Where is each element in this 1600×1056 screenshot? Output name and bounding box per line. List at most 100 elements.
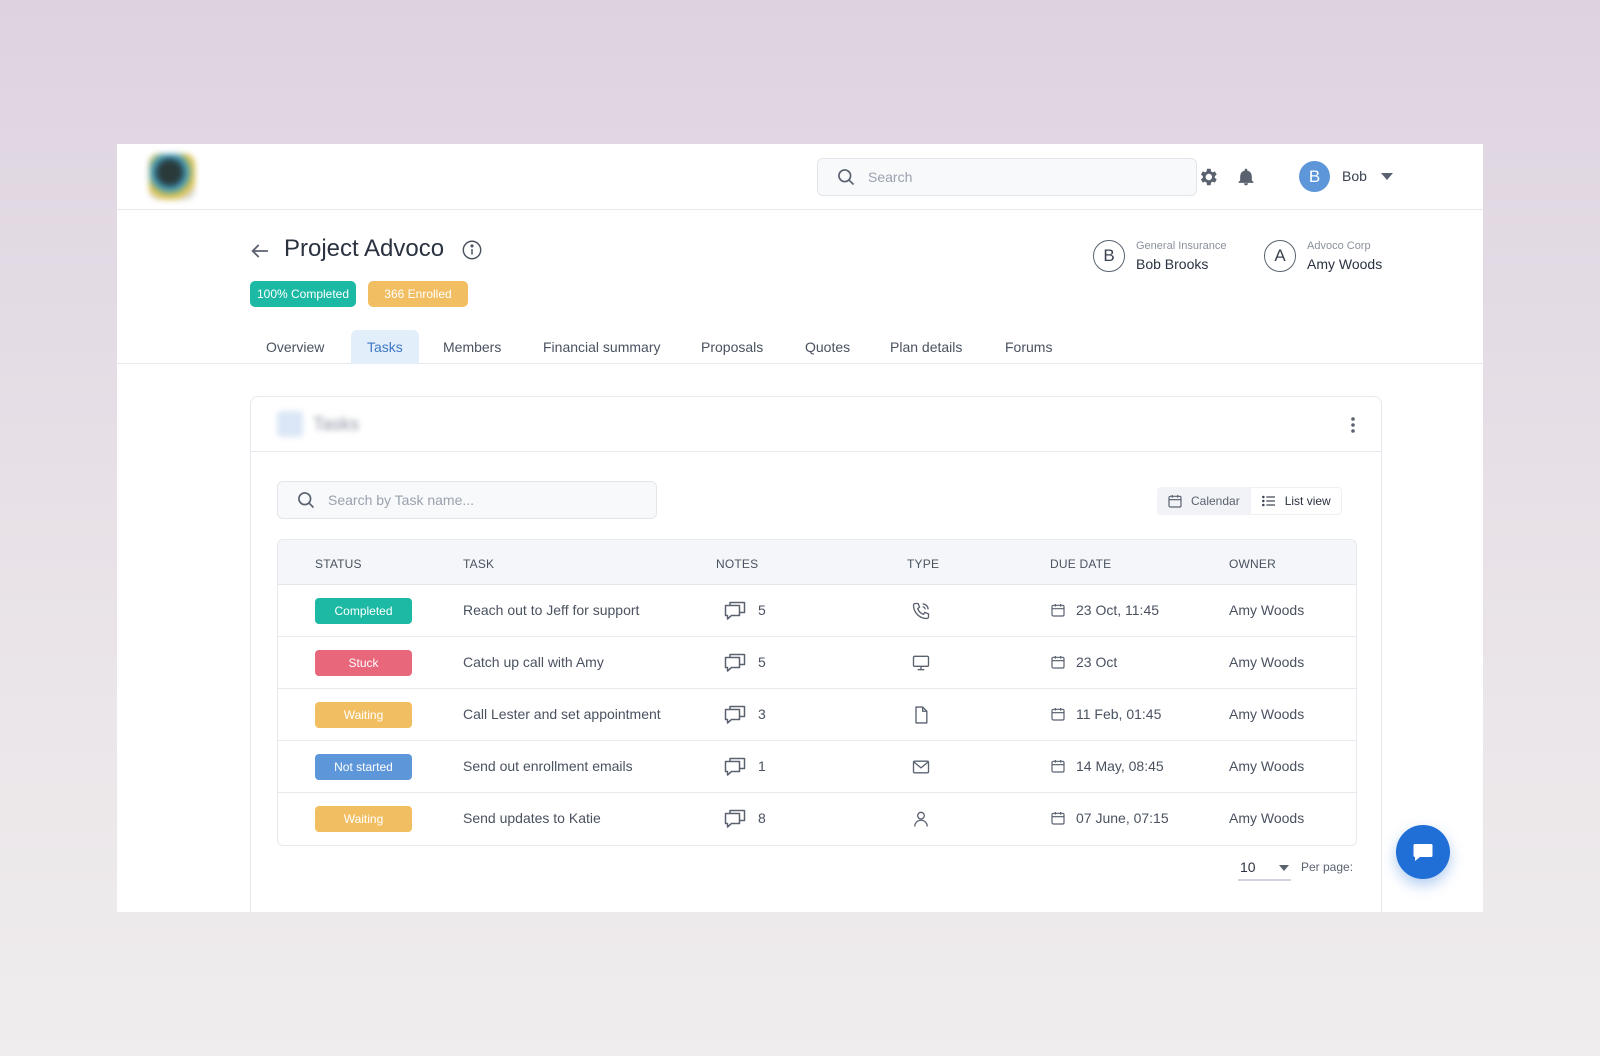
task-name[interactable]: Catch up call with Amy [463,654,604,670]
owner-name: Amy Woods [1229,602,1305,618]
owner-name: Amy Woods [1229,758,1305,774]
view-toggle: Calendar List view [1157,487,1342,515]
column-header-type[interactable]: TYPE [907,557,939,571]
completion-badge: 100% Completed [250,281,356,307]
tab-forums[interactable]: Forums [989,330,1068,364]
task-name[interactable]: Call Lester and set appointment [463,706,661,722]
search-icon [838,169,855,186]
party-avatar: B [1093,240,1125,272]
chat-button[interactable] [1396,825,1450,879]
per-page-label: Per page: [1301,860,1354,874]
task-search[interactable] [277,481,657,519]
notes-count: 5 [758,602,766,618]
party-avatar: A [1264,240,1296,272]
due-date: 07 June, 07:15 [1076,810,1169,826]
column-header-task[interactable]: TASK [463,557,494,571]
column-header-status[interactable]: STATUS [315,557,362,571]
user-avatar[interactable]: B [1299,161,1330,192]
column-header-notes[interactable]: NOTES [716,557,758,571]
app-logo[interactable] [149,154,195,200]
column-header-owner[interactable]: OWNER [1229,557,1276,571]
notes-count: 1 [758,758,766,774]
due-date: 23 Oct, 11:45 [1076,602,1160,618]
app-window: B Bob Project Advoco 100% Completed 366 … [117,144,1483,912]
notes-count: 3 [758,706,766,722]
document-icon [915,706,928,724]
per-page-select[interactable]: 10 [1238,855,1291,881]
notifications-button[interactable] [1235,166,1257,188]
task-name[interactable]: Reach out to Jeff for support [463,602,639,618]
per-page-value: 10 [1240,859,1256,875]
calendar-icon [1051,604,1065,617]
status-badge[interactable]: Waiting [315,702,412,728]
status-badge[interactable]: Not started [315,754,412,780]
bell-icon [1238,168,1254,186]
back-arrow-icon[interactable] [249,240,271,262]
calendar-icon [1051,760,1065,773]
global-search-input[interactable] [868,169,1168,185]
more-options-icon[interactable] [1343,415,1363,435]
table-header: STATUS TASK NOTES TYPE DUE DATE OWNER [278,540,1356,585]
list-view-label: List view [1284,494,1331,508]
owner-name: Amy Woods [1229,706,1305,722]
table-row[interactable]: Waiting Send updates to Katie 8 07 June,… [278,793,1356,845]
table-row[interactable]: Waiting Call Lester and set appointment … [278,689,1356,741]
tab-proposals[interactable]: Proposals [685,330,779,364]
list-view-button[interactable]: List view [1249,487,1342,515]
tab-bar: Overview Tasks Members Financial summary… [117,330,1483,364]
global-search[interactable] [817,158,1197,196]
tab-members[interactable]: Members [427,330,517,364]
owner-name: Amy Woods [1229,654,1305,670]
owner-name: Amy Woods [1229,810,1305,826]
due-date: 14 May, 08:45 [1076,758,1164,774]
gear-icon [1200,168,1217,186]
user-name[interactable]: Bob [1342,168,1367,184]
search-icon [298,492,315,509]
comment-icon[interactable] [723,807,747,831]
calendar-icon [1168,495,1182,508]
status-badge[interactable]: Stuck [315,650,412,676]
due-date: 11 Feb, 01:45 [1076,706,1162,722]
table-row[interactable]: Completed Reach out to Jeff for support … [278,585,1356,637]
table-row[interactable]: Not started Send out enrollment emails 1… [278,741,1356,793]
tasks-card: Tasks Calendar List view STATUS TASK NOT… [250,396,1382,912]
chevron-down-icon[interactable] [1381,173,1393,180]
card-header: Tasks [251,397,1381,452]
tab-plan-details[interactable]: Plan details [874,330,978,364]
comment-icon[interactable] [723,703,747,727]
tasks-icon [277,411,303,437]
task-name[interactable]: Send updates to Katie [463,810,601,826]
top-bar: B Bob [117,144,1483,210]
status-badge[interactable]: Waiting [315,806,412,832]
tab-tasks[interactable]: Tasks [351,330,419,364]
party-name: Amy Woods [1307,256,1383,272]
card-title: Tasks [277,411,359,437]
calendar-view-label: Calendar [1191,494,1240,508]
comment-icon[interactable] [723,599,747,623]
table-row[interactable]: Stuck Catch up call with Amy 5 23 Oct Am… [278,637,1356,689]
party-name: Bob Brooks [1136,256,1209,272]
calendar-icon [1051,656,1065,669]
phone-icon [912,602,930,620]
calendar-view-button[interactable]: Calendar [1157,487,1250,515]
settings-button[interactable] [1197,166,1219,188]
notes-count: 5 [758,654,766,670]
chat-bubble-icon [1413,844,1433,861]
mail-icon [912,760,930,774]
task-search-input[interactable] [328,492,638,508]
info-icon[interactable] [461,239,483,261]
due-date: 23 Oct [1076,654,1118,670]
task-name[interactable]: Send out enrollment emails [463,758,633,774]
notes-count: 8 [758,810,766,826]
list-icon [1261,495,1275,507]
tab-financial-summary[interactable]: Financial summary [527,330,676,364]
tab-quotes[interactable]: Quotes [789,330,866,364]
chevron-down-icon [1279,865,1289,871]
column-header-due-date[interactable]: DUE DATE [1050,557,1111,571]
calendar-icon [1051,708,1065,721]
calendar-icon [1051,812,1065,825]
comment-icon[interactable] [723,651,747,675]
status-badge[interactable]: Completed [315,598,412,624]
tab-overview[interactable]: Overview [250,330,340,364]
comment-icon[interactable] [723,755,747,779]
